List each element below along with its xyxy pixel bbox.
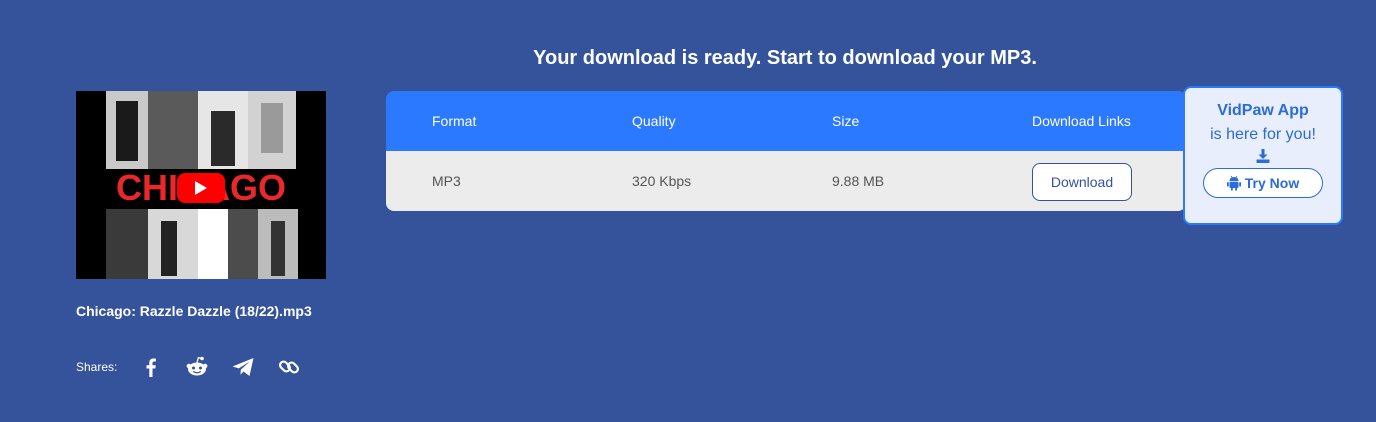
link-icon[interactable] [277, 355, 301, 379]
promo-title: VidPaw App [1217, 102, 1309, 119]
facebook-icon[interactable] [139, 355, 163, 379]
file-name: Chicago: Razzle Dazzle (18/22).mp3 [76, 303, 312, 319]
cell-quality: 320 Kbps [632, 173, 692, 189]
download-button[interactable]: Download [1032, 163, 1132, 201]
download-ready-heading: Your download is ready. Start to downloa… [533, 47, 1037, 69]
telegram-icon[interactable] [231, 355, 255, 379]
video-thumbnail[interactable]: CHICAGO [76, 91, 326, 279]
promo-subtitle: is here for you! [1210, 126, 1316, 143]
try-now-label: Try Now [1244, 175, 1300, 191]
cell-size: 9.88 MB [832, 173, 885, 189]
header-quality: Quality [632, 113, 676, 129]
shares-label: Shares: [76, 360, 118, 374]
header-size: Size [832, 113, 860, 129]
download-table: Format Quality Size Download Links MP3 3… [386, 91, 1186, 211]
try-now-button[interactable]: Try Now [1203, 168, 1323, 198]
share-bar: Shares: [76, 350, 323, 384]
header-download-links: Download Links [1032, 113, 1131, 129]
cell-format: MP3 [432, 173, 461, 189]
header-format: Format [432, 113, 477, 129]
app-promo-card: VidPaw App is here for you! Try Now [1183, 86, 1343, 225]
table-header: Format Quality Size Download Links [386, 91, 1186, 151]
table-row: MP3 320 Kbps 9.88 MB Download [386, 151, 1186, 211]
thumbnail-image: CHICAGO [76, 91, 326, 279]
download-icon [1185, 148, 1341, 166]
android-icon [1226, 175, 1241, 191]
download-page: CHICAGO Chicago: Razzle Dazzle (18/22).m… [0, 0, 1376, 422]
reddit-icon[interactable] [185, 355, 209, 379]
